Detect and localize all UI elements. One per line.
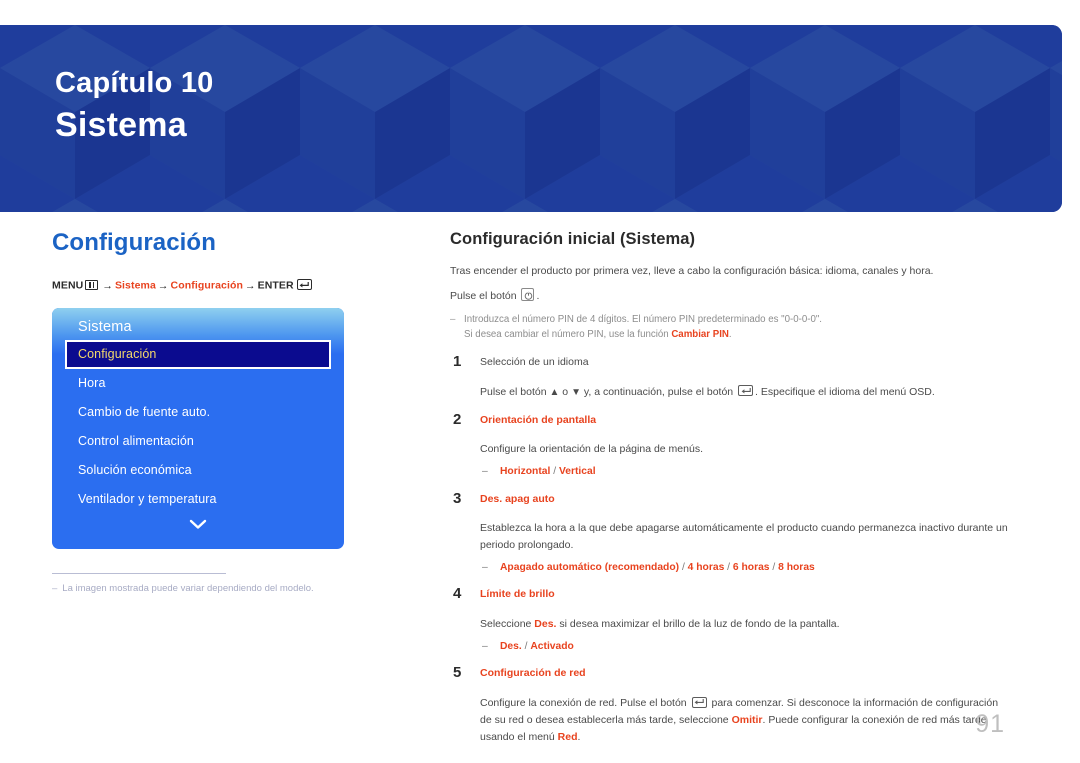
sub-heading: Configuración inicial (Sistema) xyxy=(450,230,696,248)
osd-item-hora[interactable]: Hora xyxy=(65,369,331,398)
footnote-text: La imagen mostrada puede variar dependie… xyxy=(62,582,314,594)
step-5-body-d: . xyxy=(577,730,581,743)
breadcrumb-arrow-1: → xyxy=(102,279,113,292)
arrow-down-icon: ▼ xyxy=(571,386,581,398)
left-column: Configuración MENU → Sistema → Configuración… xyxy=(52,229,372,596)
left-footnote: ‒ La imagen mostrada puede variar depend… xyxy=(52,572,314,596)
step-1-title: Selección de un idioma xyxy=(480,355,589,368)
step-5-body-a: Configure la conexión de red. Pulse el b… xyxy=(480,697,690,710)
press-button-prefix: Pulse el botón xyxy=(450,290,517,303)
step-2-title: Orientación de pantalla xyxy=(480,413,597,426)
step-3-title: Des. apag auto xyxy=(480,492,555,505)
intro-paragraph: Tras encender el producto por primera ve… xyxy=(450,265,934,277)
enter-key-icon xyxy=(691,696,707,708)
enter-key-icon xyxy=(738,385,754,397)
breadcrumb-arrow-2: → xyxy=(157,279,169,292)
step-2-number: 2 xyxy=(453,410,462,428)
menu-grid-icon xyxy=(85,279,99,290)
section-heading: Configuración xyxy=(52,229,216,256)
step-4-body-suffix: si desea maximizar el brillo de la luz d… xyxy=(556,618,840,631)
chapter-banner: Capítulo 10 Sistema xyxy=(0,25,1062,212)
step-4: 4 Límite de brillo Seleccione Des. si de… xyxy=(450,585,1010,654)
step-4-option-2[interactable]: Activado xyxy=(530,641,574,652)
step-4-body-prefix: Seleccione xyxy=(480,618,535,631)
breadcrumb-crumb-sistema[interactable]: Sistema xyxy=(115,280,156,292)
osd-title: Sistema xyxy=(78,318,132,335)
osd-item-control-alimentacion[interactable]: Control alimentación xyxy=(65,427,331,456)
pin-note-line1: Introduzca el número PIN de 4 dígitos. E… xyxy=(464,313,822,325)
pin-note: ‒ Introduzca el número PIN de 4 dígitos.… xyxy=(450,312,1010,343)
step-3-option-4[interactable]: 8 horas xyxy=(778,562,815,573)
step-2: 2 Orientación de pantalla Configure la o… xyxy=(450,410,1010,480)
footnote-dash: ‒ xyxy=(52,582,58,594)
power-button-icon xyxy=(521,288,535,302)
step-5-title: Configuración de red xyxy=(480,667,586,680)
step-5-highlight-omitir[interactable]: Omitir xyxy=(732,714,763,726)
step-1-body: Pulse el botón ▲ o ▼ y, a continuación, … xyxy=(480,384,1010,401)
option-dash: ‒ xyxy=(482,466,488,478)
step-4-option-1[interactable]: Des. xyxy=(500,641,522,652)
page-body: Configuración MENU → Sistema → Configuración… xyxy=(0,212,1080,763)
option-dash: ‒ xyxy=(482,562,488,574)
option-dash: ‒ xyxy=(482,641,488,653)
step-4-options: ‒ Des. / Activado xyxy=(480,639,1010,654)
step-1-body-mid: o xyxy=(559,385,572,398)
osd-menu-preview: Sistema Configuración Hora Cambio de fue… xyxy=(52,307,344,549)
breadcrumb-menu-label: MENU xyxy=(52,279,84,292)
breadcrumb-arrow-3: → xyxy=(245,279,256,292)
step-5: 5 Configuración de red Configure la cone… xyxy=(450,664,1010,745)
breadcrumb-enter-label: ENTER xyxy=(257,279,294,292)
step-2-option-2[interactable]: Vertical xyxy=(559,466,596,477)
right-column: Configuración inicial (Sistema) Tras enc… xyxy=(450,230,1010,746)
step-2-body: Configure la orientación de la página de… xyxy=(480,443,703,456)
step-3: 3 Des. apag auto Establezca la hora a la… xyxy=(450,489,1010,576)
step-3-option-1[interactable]: Apagado automático (recomendado) xyxy=(500,562,679,573)
press-button-line: Pulse el botón . xyxy=(450,288,1010,304)
step-5-number: 5 xyxy=(453,664,462,682)
step-5-highlight-red[interactable]: Red xyxy=(558,731,578,743)
step-1-body-suffix: . Especifique el idioma del menú OSD. xyxy=(755,385,935,398)
step-1: 1 Selección de un idioma Pulse el botón … xyxy=(450,352,1010,401)
enter-key-icon xyxy=(296,279,312,290)
pin-note-dash: ‒ xyxy=(450,313,456,325)
osd-item-cambio-de-fuente-auto[interactable]: Cambio de fuente auto. xyxy=(65,398,331,427)
step-3-number: 3 xyxy=(453,489,462,507)
pin-note-highlight[interactable]: Cambiar PIN xyxy=(671,329,729,340)
step-3-options: ‒ Apagado automático (recomendado) / 4 ho… xyxy=(480,560,1010,575)
osd-item-list: Configuración Hora Cambio de fuente auto… xyxy=(65,339,331,514)
step-1-body-mid2: y, a continuación, pulse el botón xyxy=(580,385,737,398)
breadcrumb: MENU → Sistema → Configuración → ENTER xyxy=(52,279,372,292)
step-3-body: Establezca la hora a la que debe apagars… xyxy=(480,522,1008,552)
pin-note-line2-suffix: . xyxy=(728,329,732,341)
step-4-body-highlight[interactable]: Des. xyxy=(534,618,556,630)
step-3-option-3[interactable]: 6 horas xyxy=(733,562,770,573)
footnote-divider xyxy=(52,572,226,574)
chapter-label: Capítulo 10 xyxy=(55,67,214,99)
step-1-body-prefix: Pulse el botón xyxy=(480,385,550,398)
osd-scroll-down[interactable] xyxy=(52,517,344,535)
step-4-number: 4 xyxy=(453,585,462,603)
page-number: 91 xyxy=(975,710,1005,738)
press-button-suffix: . xyxy=(536,290,540,303)
osd-item-solucion-economica[interactable]: Solución económica xyxy=(65,456,331,485)
step-3-option-2[interactable]: 4 horas xyxy=(688,562,725,573)
step-1-number: 1 xyxy=(453,352,462,370)
osd-item-configuracion[interactable]: Configuración xyxy=(65,339,331,369)
step-4-body: Seleccione Des. si desea maximizar el br… xyxy=(480,616,1010,633)
step-4-title: Límite de brillo xyxy=(480,588,555,601)
step-2-options: ‒ Horizontal / Vertical xyxy=(480,464,1010,479)
chapter-title: Sistema xyxy=(55,106,187,145)
step-2-option-1[interactable]: Horizontal xyxy=(500,466,550,477)
arrow-up-icon: ▲ xyxy=(549,386,560,398)
breadcrumb-crumb-configuracion[interactable]: Configuración xyxy=(171,280,243,292)
osd-item-ventilador-y-temperatura[interactable]: Ventilador y temperatura xyxy=(65,485,331,514)
pin-note-line2-prefix: Si desea cambiar el número PIN, use la f… xyxy=(464,329,672,341)
step-5-body: Configure la conexión de red. Pulse el b… xyxy=(480,695,1010,745)
chevron-down-icon xyxy=(189,519,207,529)
